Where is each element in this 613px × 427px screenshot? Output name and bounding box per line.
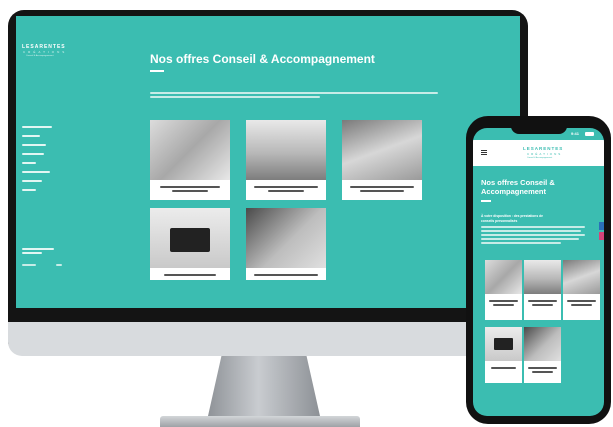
offer-image [563,260,600,294]
hamburger-menu-icon[interactable] [481,150,487,151]
offer-card[interactable] [563,260,600,320]
offer-caption [567,300,596,302]
laptop-illustration [494,338,513,350]
mobile-header: LESARENTES CRÉATIONS Conseil & Accompagn… [473,140,604,166]
offer-card[interactable] [150,208,230,280]
intro-lead: À votre disposition : des prestations de [481,214,543,218]
offer-image [246,120,326,180]
offer-card[interactable] [246,208,326,280]
status-bar [481,132,495,135]
sidebar-nav-item[interactable] [22,189,36,191]
offer-image [246,208,326,268]
offer-card[interactable] [485,327,522,383]
sidebar-footer-text [22,248,54,250]
intro-text-line [481,242,561,244]
offer-caption [528,300,557,302]
offer-caption [254,186,318,188]
site-logo-tagline: Conseil & Accompagnement [527,157,553,159]
offer-card[interactable] [524,260,561,320]
monitor-chin [8,322,528,356]
sidebar-nav [22,126,52,198]
sidebar-nav-item[interactable] [22,126,52,128]
sidebar-footer-text [22,252,42,254]
offer-image [150,208,230,268]
offer-card[interactable] [485,260,522,320]
offer-caption [491,367,516,369]
offer-caption [254,274,318,276]
offer-image [485,260,522,294]
offer-image [342,120,422,180]
intro-text-line [481,230,581,232]
offer-caption [489,300,518,302]
offer-caption [528,367,557,369]
desktop-website-screen: LESARENTES CRÉATIONS Conseil & Accompagn… [16,16,520,308]
sidebar-nav-item[interactable] [22,135,40,137]
status-time: 9:41 [571,131,580,136]
linkedin-icon[interactable] [599,222,604,230]
offer-caption [571,304,592,306]
offer-card[interactable] [246,120,326,200]
site-logo-sub: CRÉATIONS [527,152,563,156]
intro-text-line [150,92,438,94]
offer-caption [172,190,208,192]
offer-caption [360,190,404,192]
offer-card[interactable] [150,120,230,200]
title-underline [481,200,491,202]
site-logo-sub: CRÉATIONS [23,50,68,54]
phone-notch [511,123,567,134]
site-logo[interactable]: LESARENTES [523,146,563,151]
laptop-illustration [170,228,210,252]
offer-caption [532,304,553,306]
sidebar-nav-item[interactable] [22,180,42,182]
sidebar-footer-link[interactable] [56,264,62,266]
monitor-stand-base [160,416,360,427]
intro-text-line [150,96,320,98]
intro-text-line [481,234,585,236]
instagram-icon[interactable] [599,232,604,240]
offer-caption [350,186,414,188]
offer-image [524,260,561,294]
intro-text-line [481,238,579,240]
offer-caption [268,190,304,192]
mobile-website-screen: 9:41 LESARENTES CRÉATIONS Conseil & Acco… [473,128,604,416]
monitor-stand [208,356,320,416]
intro-text-line [481,226,585,228]
offer-caption [160,186,220,188]
sidebar-nav-item[interactable] [22,162,36,164]
offer-caption [164,274,216,276]
offer-caption [493,304,514,306]
title-underline [150,70,164,72]
offer-image [524,327,561,361]
offer-card[interactable] [342,120,422,200]
page-title: Nos offres Conseil & [481,178,555,187]
sidebar-nav-item[interactable] [22,144,46,146]
offer-caption [532,371,553,373]
offer-card[interactable] [524,327,561,383]
page-title: Nos offres Conseil & Accompagnement [150,52,375,66]
site-logo-tagline: Conseil & Accompagnement [26,55,54,57]
sidebar-nav-item[interactable] [22,153,44,155]
battery-icon [585,132,594,136]
sidebar-footer-link[interactable] [22,264,36,266]
sidebar-nav-item[interactable] [22,171,50,173]
offer-image [485,327,522,361]
offer-image [150,120,230,180]
intro-lead-2: conseils personnalisés [481,219,518,223]
page-title-line2: Accompagnement [481,187,547,196]
